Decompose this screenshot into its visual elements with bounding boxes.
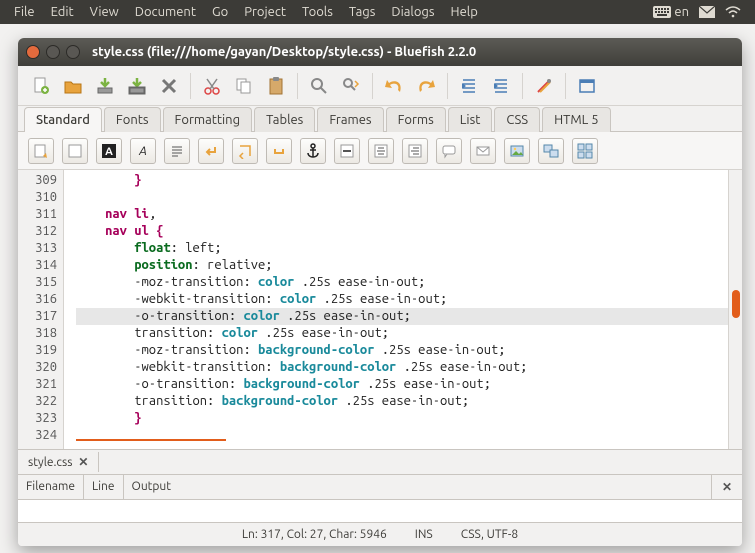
tab-tables[interactable]: Tables [254,107,315,132]
redo-button[interactable] [413,73,439,99]
menu-tags[interactable]: Tags [341,2,384,22]
italic-button[interactable]: A [130,138,156,164]
svg-text:A: A [105,146,113,158]
menu-help[interactable]: Help [443,2,486,22]
tray-keyboard-indicator[interactable]: en [653,5,689,19]
tray-wifi-icon[interactable] [725,6,741,18]
tab-frames[interactable]: Frames [317,107,383,132]
unindent-button[interactable] [456,73,482,99]
tab-standard[interactable]: Standard [24,107,102,132]
hrule-button[interactable] [334,138,360,164]
bluefish-window: style.css (file:///home/gayan/Desktop/st… [18,38,742,546]
comment-button[interactable] [436,138,462,164]
status-file-mode[interactable]: CSS, UTF-8 [461,528,518,541]
bold-button[interactable]: A [96,138,122,164]
menu-file[interactable]: File [6,2,43,22]
statusbar: Ln: 317, Col: 27, Char: 5946 INS CSS, UT… [18,522,742,546]
preferences-button[interactable] [531,73,557,99]
anchor-button[interactable] [300,138,326,164]
indent-button[interactable] [488,73,514,99]
paste-button[interactable] [263,73,289,99]
menu-project[interactable]: Project [236,2,294,22]
tab-fonts[interactable]: Fonts [104,107,161,132]
quickstart-button[interactable] [28,138,54,164]
tab-forms[interactable]: Forms [386,107,446,132]
standard-toolbar: A A [18,132,742,170]
category-tabstrip: Standard Fonts Formatting Tables Frames … [18,106,742,132]
menu-document[interactable]: Document [127,2,204,22]
window-minimize-button[interactable] [46,45,60,59]
copy-button[interactable] [231,73,257,99]
tab-formatting[interactable]: Formatting [163,107,253,132]
undo-button[interactable] [381,73,407,99]
close-file-button[interactable] [156,73,182,99]
thumbnail-button[interactable] [538,138,564,164]
file-tab-label: style.css [28,456,72,469]
output-close-button[interactable]: ✕ [712,475,742,499]
window-close-button[interactable] [26,45,40,59]
tab-list[interactable]: List [448,107,493,132]
brclear-button[interactable] [232,138,258,164]
find-button[interactable] [306,73,332,99]
menu-tools[interactable]: Tools [294,2,341,22]
output-col-output[interactable]: Output [124,475,712,499]
menu-go[interactable]: Go [204,2,236,22]
menu-edit[interactable]: Edit [43,2,82,22]
output-col-filename[interactable]: Filename [18,475,84,499]
output-panel-body [18,500,742,522]
save-as-button[interactable] [124,73,150,99]
paragraph-button[interactable] [164,138,190,164]
file-tab-close-icon[interactable]: ✕ [78,455,88,469]
file-tab-stylecss[interactable]: style.css ✕ [18,452,99,472]
image-button[interactable] [504,138,530,164]
open-file-button[interactable] [60,73,86,99]
menu-view[interactable]: View [82,2,127,22]
editor-area: 3093103113123133143153163173183193203213… [18,170,742,449]
line-number-gutter: 3093103113123133143153163173183193203213… [18,170,64,449]
titlebar[interactable]: style.css (file:///home/gayan/Desktop/st… [18,38,742,66]
main-toolbar [18,66,742,106]
status-cursor-position: Ln: 317, Col: 27, Char: 5946 [242,528,387,541]
window-maximize-button[interactable] [66,45,80,59]
scrollbar-thumb[interactable] [732,290,740,318]
center-button[interactable] [368,138,394,164]
system-menubar: File Edit View Document Go Project Tools… [0,0,755,24]
status-insert-mode[interactable]: INS [415,528,433,541]
tab-css[interactable]: CSS [494,107,540,132]
email-button[interactable] [470,138,496,164]
break-button[interactable] [198,138,224,164]
cut-button[interactable] [199,73,225,99]
vertical-scrollbar[interactable] [728,170,742,449]
find-replace-button[interactable] [338,73,364,99]
code-editor[interactable]: } nav li, nav ul { float: left; position… [64,170,728,449]
multithumbnail-button[interactable] [572,138,598,164]
save-button[interactable] [92,73,118,99]
svg-text:A: A [138,145,147,158]
fullscreen-button[interactable] [574,73,600,99]
menu-dialogs[interactable]: Dialogs [383,2,442,22]
output-panel-header: Filename Line Output ✕ [18,475,742,500]
new-file-button[interactable] [28,73,54,99]
window-title: style.css (file:///home/gayan/Desktop/st… [88,45,476,59]
output-col-line[interactable]: Line [84,475,124,499]
tab-html5[interactable]: HTML 5 [542,107,611,132]
nbsp-button[interactable] [266,138,292,164]
rightalign-button[interactable] [402,138,428,164]
body-button[interactable] [62,138,88,164]
file-tabstrip: style.css ✕ [18,449,742,475]
tray-mail-icon[interactable] [699,6,715,18]
